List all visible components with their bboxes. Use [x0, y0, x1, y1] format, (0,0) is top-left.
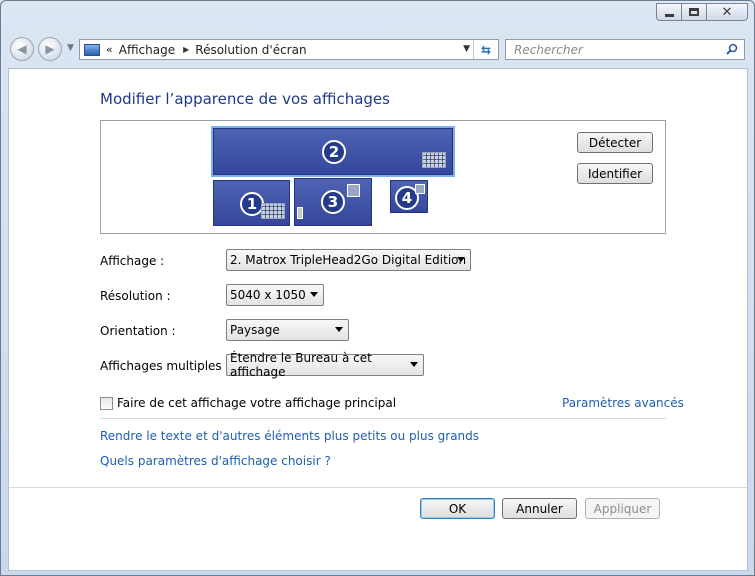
monitor-2[interactable]: 2	[213, 128, 453, 175]
caption-buttons: ✕	[656, 3, 748, 21]
main-panel: Modifier l’apparence de vos affichages 2…	[8, 68, 748, 571]
back-arrow-icon: ◀	[17, 42, 27, 56]
window-icon	[347, 184, 360, 197]
display-select-value: 2. Matrox TripleHead2Go Digital Edition	[230, 253, 467, 267]
divider	[100, 418, 666, 419]
primary-display-label[interactable]: Faire de cet affichage votre affichage p…	[117, 396, 396, 410]
identify-button[interactable]: Identifier	[577, 163, 653, 184]
ok-button[interactable]: OK	[420, 498, 495, 519]
monitor-1[interactable]: 1	[213, 180, 290, 226]
multiple-displays-select[interactable]: Étendre le Bureau à cet affichage	[226, 351, 424, 379]
refresh-icon: ⇆	[480, 42, 492, 57]
detect-button[interactable]: Détecter	[577, 132, 653, 153]
cancel-button[interactable]: Annuler	[502, 498, 577, 519]
orientation-label: Orientation :	[100, 324, 176, 338]
footer-divider	[9, 487, 747, 488]
display-select[interactable]: 2. Matrox TripleHead2Go Digital Edition	[226, 249, 471, 271]
chevron-down-icon	[310, 292, 318, 297]
navigation-bar: ◀ ▶ ▼ « Affichage ▶ Résolution d'écran ▼…	[1, 33, 754, 65]
close-button[interactable]: ✕	[706, 3, 748, 21]
text-size-link[interactable]: Rendre le texte et d'autres éléments plu…	[100, 429, 479, 443]
chevron-down-icon	[335, 327, 343, 332]
chevron-down-icon	[457, 257, 465, 262]
orientation-select-value: Paysage	[230, 323, 280, 337]
orientation-select[interactable]: Paysage	[226, 319, 349, 341]
primary-display-checkbox[interactable]	[100, 397, 113, 410]
maximize-icon	[689, 8, 699, 16]
monitor-3[interactable]: 3	[294, 178, 372, 226]
breadcrumb-separator-icon[interactable]: ▶	[183, 45, 189, 54]
resolution-select-value: 5040 x 1050	[230, 288, 306, 302]
refresh-button[interactable]: ⇆	[473, 40, 498, 59]
forward-button[interactable]: ▶	[38, 37, 62, 61]
monitor-number-badge: 3	[321, 190, 345, 214]
display-grid-icon	[422, 152, 446, 168]
forward-arrow-icon: ▶	[45, 42, 55, 56]
search-icon[interactable]	[726, 43, 738, 55]
back-button[interactable]: ◀	[10, 37, 34, 61]
display-grid-icon	[261, 203, 285, 219]
breadcrumb-item-affichage[interactable]: Affichage	[119, 43, 175, 57]
minimize-icon	[664, 14, 674, 17]
monitor-4[interactable]: 4	[390, 180, 428, 213]
apply-button[interactable]: Appliquer	[585, 498, 660, 519]
address-history-dropdown[interactable]: ▼	[463, 44, 470, 54]
window: ✕ ◀ ▶ ▼ « Affichage ▶ Résolution d'écran…	[0, 0, 755, 576]
close-icon: ✕	[721, 4, 733, 20]
chevron-down-icon	[410, 362, 418, 367]
breadcrumb-overflow[interactable]: «	[106, 43, 113, 56]
search-box	[505, 39, 745, 60]
advanced-settings-link[interactable]: Paramètres avancés	[562, 396, 684, 410]
multiple-displays-select-value: Étendre le Bureau à cet affichage	[230, 351, 372, 379]
page-title: Modifier l’apparence de vos affichages	[100, 90, 390, 108]
search-input[interactable]	[512, 41, 716, 58]
address-bar[interactable]: « Affichage ▶ Résolution d'écran ▼ ⇆	[79, 39, 499, 60]
resolution-select[interactable]: 5040 x 1050	[226, 284, 324, 306]
minimize-button[interactable]	[656, 3, 682, 21]
display-label: Affichage :	[100, 254, 165, 268]
window-icon	[297, 207, 303, 219]
window-icon	[415, 184, 425, 194]
control-panel-display-icon	[84, 43, 100, 56]
multiple-displays-label: Affichages multiples :	[100, 359, 230, 373]
monitor-layout-preview: 2 1 3 4 Détecter Identifier	[100, 120, 666, 234]
resolution-label: Résolution :	[100, 289, 171, 303]
monitor-number-badge: 2	[322, 140, 346, 164]
maximize-button[interactable]	[681, 3, 707, 21]
recent-pages-dropdown[interactable]: ▼	[67, 43, 74, 53]
breadcrumb-item-resolution[interactable]: Résolution d'écran	[195, 43, 306, 57]
which-settings-link[interactable]: Quels paramètres d'affichage choisir ?	[100, 454, 331, 468]
